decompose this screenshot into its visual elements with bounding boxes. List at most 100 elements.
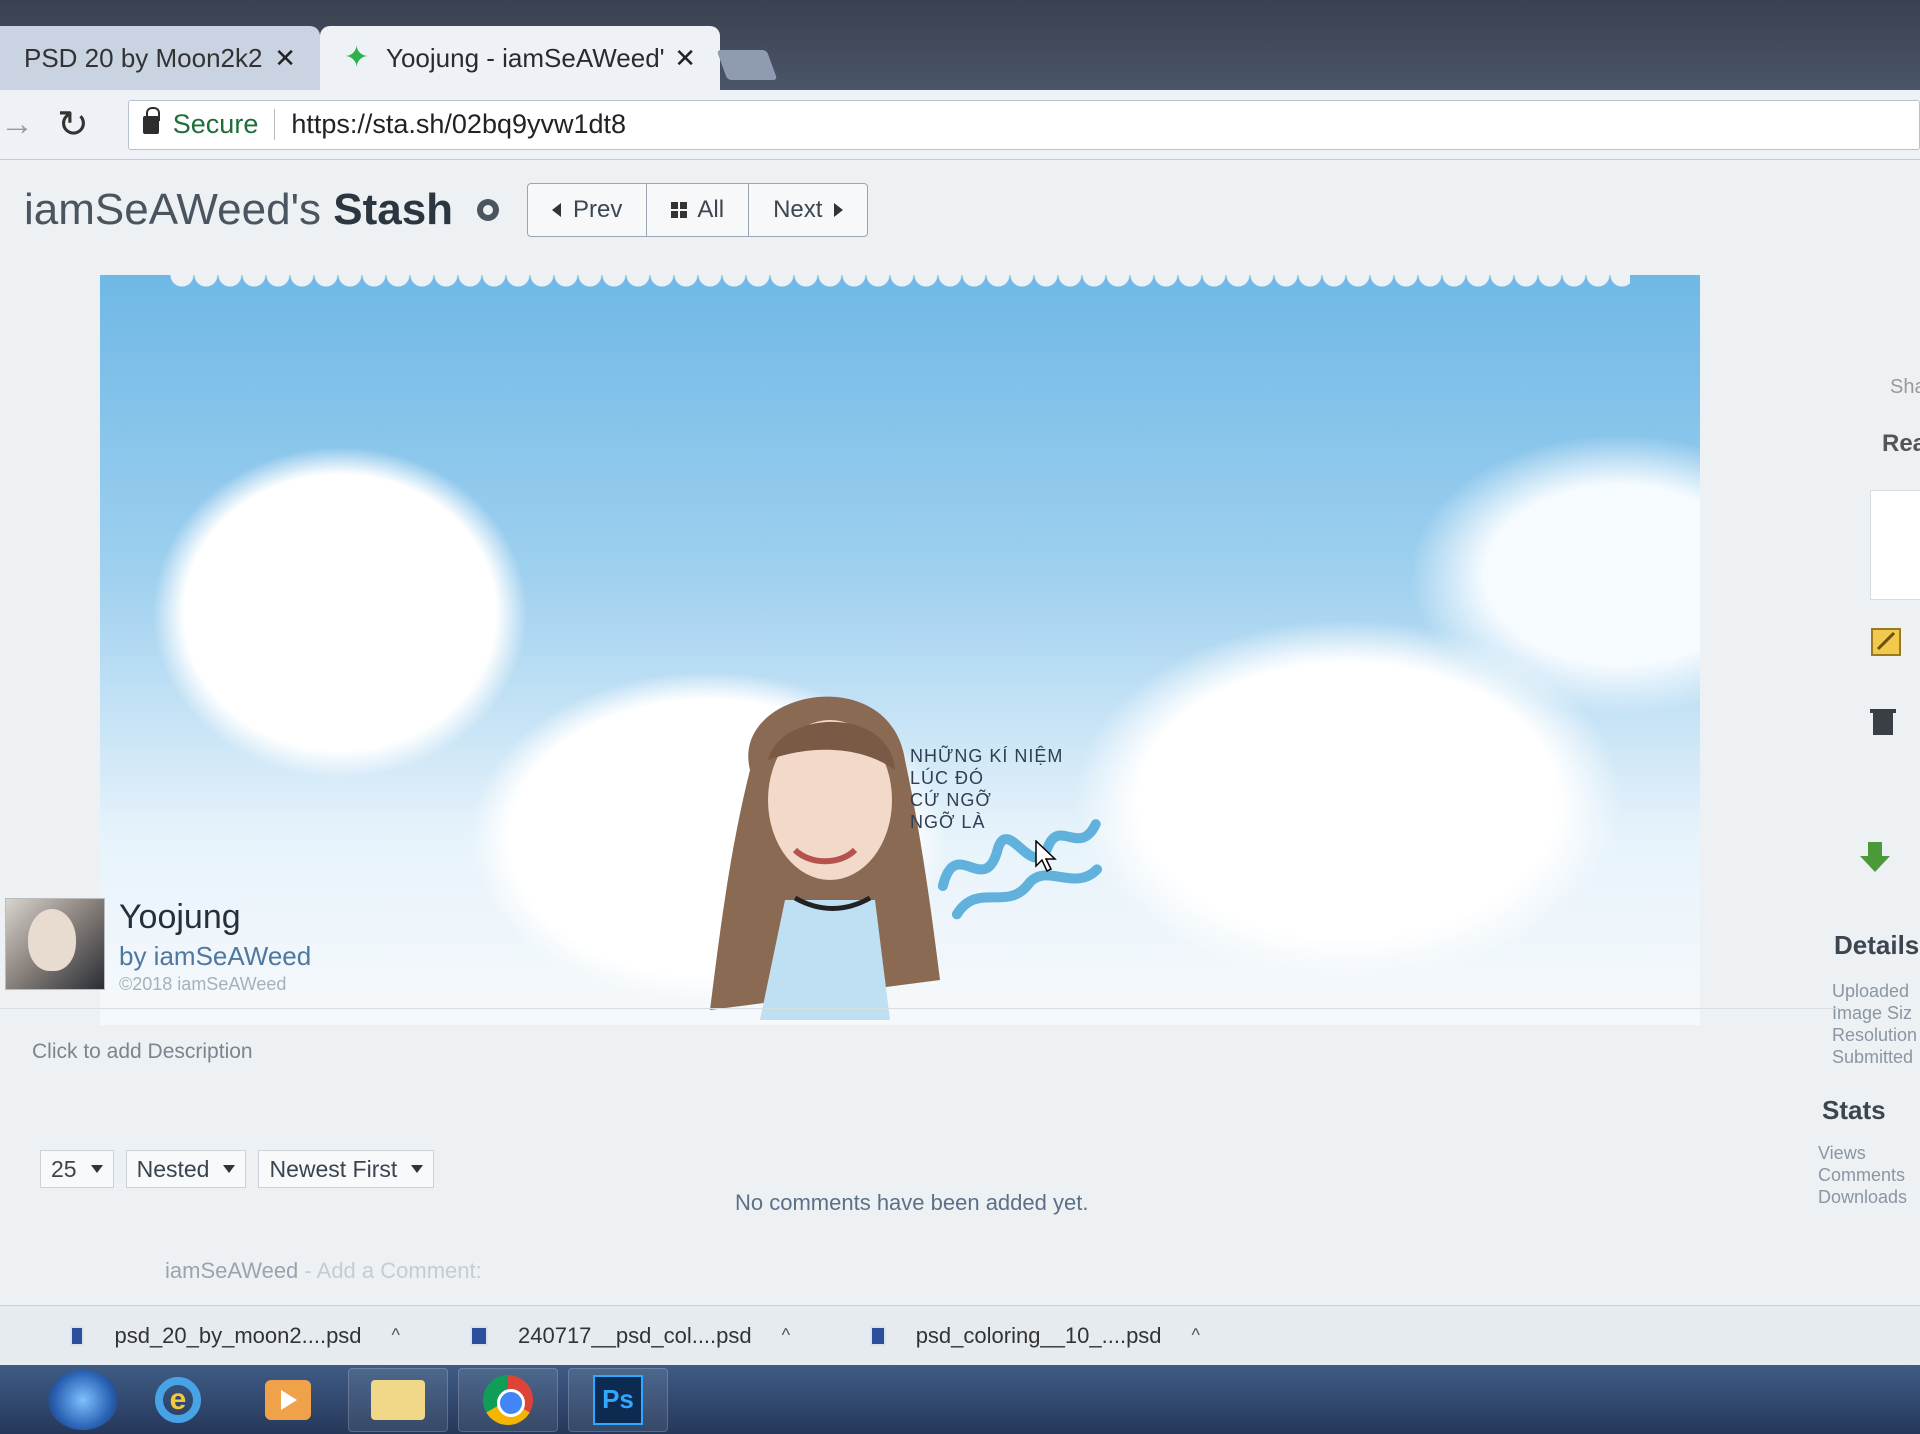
tab-close-icon[interactable]: ✕	[674, 43, 696, 74]
avatar[interactable]	[5, 898, 105, 990]
prev-label: Prev	[573, 196, 623, 223]
script-decoration	[937, 819, 1103, 920]
add-comment-label: - Add a Comment:	[304, 1258, 482, 1283]
caption-line: LÚC ĐÓ	[910, 768, 985, 788]
per-page-select[interactable]: 25	[40, 1150, 114, 1188]
chevron-down-icon	[411, 1165, 424, 1173]
tab-title: Yoojung - iamSeAWeed'	[386, 42, 665, 73]
download-item[interactable]: psd_20_by_moon2....psd ^	[0, 1323, 400, 1349]
view-mode-select[interactable]: Nested	[125, 1150, 247, 1188]
taskbar-photoshop[interactable]: Ps	[568, 1367, 668, 1432]
chevron-up-icon[interactable]: ^	[392, 1325, 400, 1346]
download-filename: psd_20_by_moon2....psd	[114, 1322, 362, 1348]
sort-select[interactable]: Newest First	[258, 1150, 435, 1188]
secure-label: Secure	[173, 109, 276, 140]
mouse-cursor-icon	[1035, 840, 1057, 872]
details-item: Resolution	[1832, 1025, 1918, 1045]
deviantart-favicon-icon: ✦	[344, 41, 370, 74]
no-comments-message: No comments have been added yet.	[735, 1190, 1089, 1215]
description-placeholder[interactable]: Click to add Description	[32, 1040, 253, 1064]
forward-arrow-icon[interactable]: →	[0, 105, 34, 144]
windows-taskbar: e Ps	[0, 1365, 1920, 1434]
deviation-author-block: Yoojung by iamSeAWeed ©2018 iamSeAWeed	[5, 898, 311, 995]
new-tab-button[interactable]	[716, 50, 778, 80]
chevron-down-icon	[223, 1165, 236, 1173]
taskbar-chrome[interactable]	[458, 1367, 558, 1432]
comment-user: iamSeAWeed	[165, 1258, 299, 1283]
next-button[interactable]: Next	[749, 184, 867, 236]
stats-item: Comments	[1818, 1165, 1906, 1185]
caret-left-icon	[552, 203, 562, 217]
next-label: Next	[773, 196, 823, 223]
stats-list: Views Comments Downloads	[1818, 1142, 1907, 1208]
media-player-icon	[265, 1379, 311, 1420]
folder-icon	[371, 1379, 425, 1420]
stats-item: Views	[1818, 1143, 1866, 1163]
taskbar-ie[interactable]: e	[128, 1368, 228, 1432]
tab-title: PSD 20 by Moon2k2 by	[24, 42, 264, 73]
browser-tab-strip: PSD 20 by Moon2k2 by ✕ ✦ Yoojung - iamSe…	[0, 0, 1920, 90]
grid-icon	[671, 202, 688, 218]
deviation-title[interactable]: Yoojung	[119, 898, 311, 937]
download-item[interactable]: psd_coloring__10_....psd ^	[800, 1323, 1200, 1349]
psd-file-icon	[870, 1325, 886, 1346]
stash-header: iamSeAWeed's Stash Prev All Next	[0, 160, 1920, 260]
stash-owner[interactable]: iamSeAWeed's	[24, 185, 321, 234]
comment-filters: 25 Nested Newest First	[40, 1150, 435, 1188]
right-sidebar: Sha Rea Details Uploaded Image Siz Resol…	[1818, 260, 1920, 1207]
stats-item: Downloads	[1818, 1187, 1908, 1207]
per-page-value: 25	[51, 1155, 77, 1182]
download-filename: 240717__psd_col....psd	[518, 1322, 752, 1348]
deviation-author-link[interactable]: by iamSeAWeed	[119, 941, 311, 972]
download-shelf: psd_20_by_moon2....psd ^ 240717__psd_col…	[0, 1305, 1920, 1365]
details-item: Image Siz	[1832, 1003, 1913, 1023]
trash-icon[interactable]	[1866, 705, 1900, 739]
stash-menu-icon[interactable]	[477, 199, 500, 221]
taskbar-media-player[interactable]	[238, 1368, 338, 1432]
all-button[interactable]: All	[647, 184, 750, 236]
divider	[0, 1008, 1840, 1009]
sidebar-thumb-box	[1870, 490, 1920, 600]
chevron-down-icon	[90, 1165, 103, 1173]
read-label: Rea	[1882, 430, 1920, 457]
portrait-figure	[710, 696, 940, 1020]
photoshop-icon: Ps	[593, 1374, 643, 1425]
chrome-icon	[483, 1374, 533, 1425]
internet-explorer-icon: e	[155, 1376, 201, 1423]
download-arrow-icon[interactable]	[1858, 840, 1892, 874]
view-mode-value: Nested	[136, 1155, 210, 1182]
caption-line: NHỮNG KÍ NIỆM	[910, 746, 1064, 766]
reload-icon[interactable]: ↻	[48, 102, 98, 147]
chevron-up-icon[interactable]: ^	[782, 1325, 790, 1346]
details-item: Submitted	[1832, 1047, 1914, 1067]
download-item[interactable]: 240717__psd_col....psd ^	[400, 1323, 800, 1349]
browser-tab-yoojung[interactable]: ✦ Yoojung - iamSeAWeed' ✕	[320, 26, 720, 90]
add-comment-prompt[interactable]: iamSeAWeed - Add a Comment:	[165, 1258, 482, 1284]
stash-word: Stash	[333, 185, 454, 234]
browser-tab-psd20[interactable]: PSD 20 by Moon2k2 by ✕	[0, 26, 320, 90]
details-item: Uploaded	[1832, 981, 1910, 1001]
chevron-up-icon[interactable]: ^	[1192, 1325, 1200, 1346]
tab-close-icon[interactable]: ✕	[274, 43, 296, 74]
details-heading: Details	[1834, 930, 1920, 960]
all-label: All	[697, 196, 725, 223]
page-title: iamSeAWeed's Stash	[24, 185, 453, 235]
scallop-border	[170, 275, 1630, 299]
psd-file-icon	[470, 1325, 488, 1346]
prev-button[interactable]: Prev	[528, 184, 648, 236]
start-button[interactable]	[48, 1369, 118, 1430]
sort-value: Newest First	[269, 1155, 398, 1182]
url-text[interactable]: https://sta.sh/02bq9yvw1dt8	[291, 109, 626, 140]
download-filename: psd_coloring__10_....psd	[915, 1322, 1162, 1348]
psd-file-icon	[70, 1325, 85, 1346]
edit-icon[interactable]	[1870, 625, 1904, 659]
taskbar-explorer[interactable]	[348, 1367, 448, 1432]
share-label[interactable]: Sha	[1890, 376, 1920, 399]
artwork-preview[interactable]: NHỮNG KÍ NIỆM LÚC ĐÓ CỨ NGỠ NGỠ LÀ	[100, 275, 1700, 1025]
details-list: Uploaded Image Siz Resolution Submitted	[1832, 980, 1917, 1068]
stash-pager: Prev All Next	[527, 183, 869, 237]
deviation-meta: Yoojung by iamSeAWeed ©2018 iamSeAWeed	[119, 898, 311, 995]
address-bar[interactable]: Secure https://sta.sh/02bq9yvw1dt8	[127, 99, 1920, 150]
caret-right-icon	[834, 203, 844, 217]
deviation-copyright: ©2018 iamSeAWeed	[119, 974, 287, 994]
